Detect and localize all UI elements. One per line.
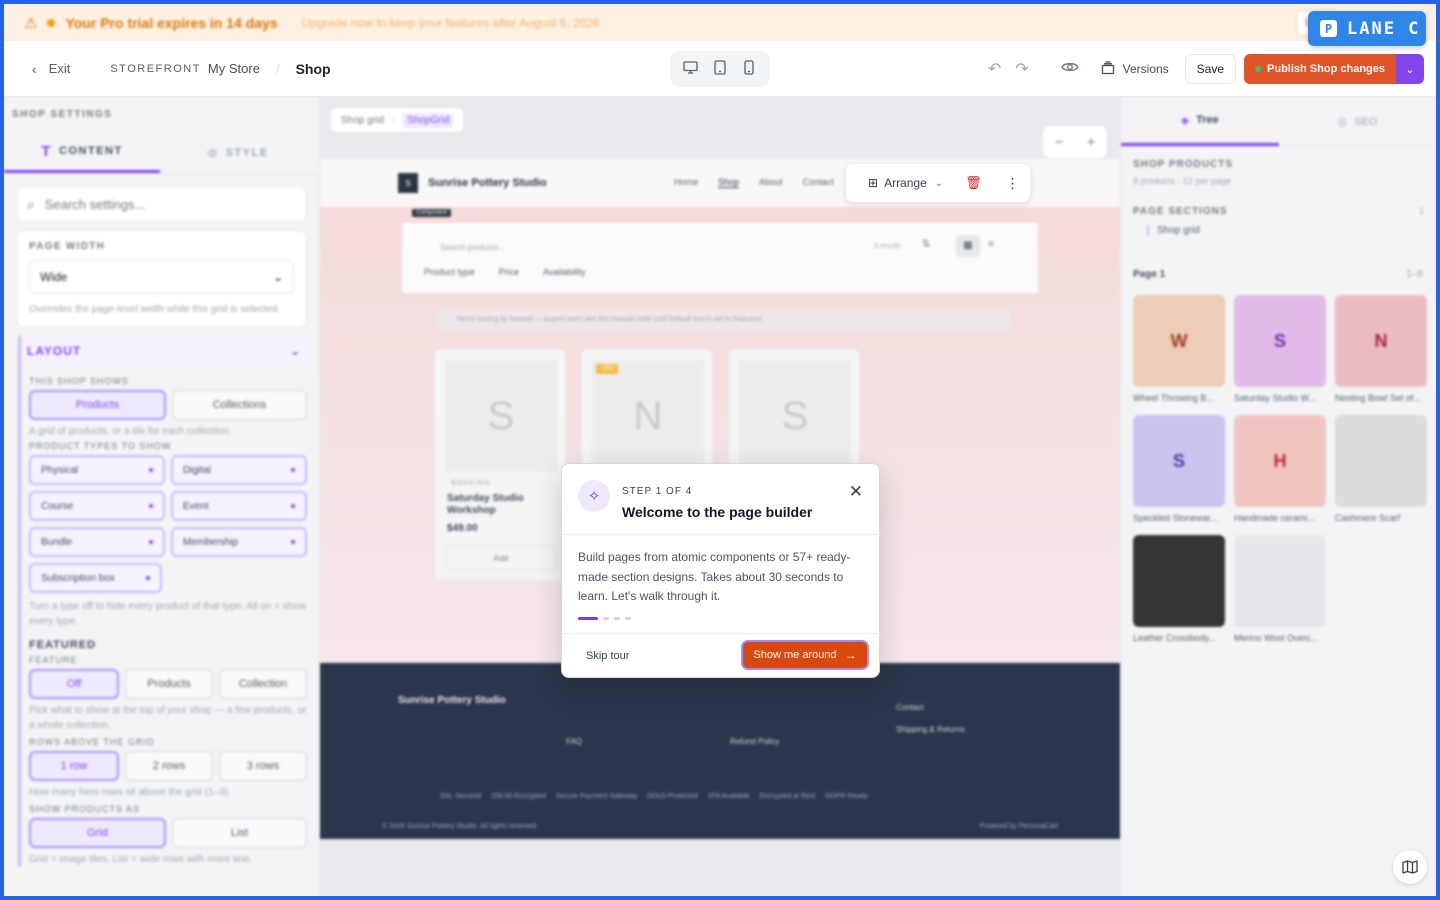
status-dot <box>47 18 56 27</box>
arrange-toolbar: ⊞ Arrange ⌄ 🗑 ⋮ <box>846 164 1030 202</box>
arrow-right-icon: → <box>844 648 857 662</box>
grid-icon: ⊞ <box>868 176 879 190</box>
progress-dot-active <box>578 617 598 620</box>
skip-tour-button[interactable]: Skip tour <box>586 650 629 662</box>
tour-progress <box>578 617 631 620</box>
chevron-down-icon: ⌄ <box>934 177 944 189</box>
tour-body: Build pages from atomic components or 57… <box>578 550 851 603</box>
sparkles-icon: ✧ <box>578 480 610 512</box>
show-me-around-button[interactable]: Show me around → <box>741 640 869 670</box>
more-vertical-icon[interactable]: ⋮ <box>1006 175 1020 192</box>
lane-badge: P LANE C <box>1308 11 1426 46</box>
divider <box>562 534 881 535</box>
cta-label: Show me around <box>753 649 837 661</box>
arrange-button[interactable]: Arrange <box>884 176 927 190</box>
map-icon[interactable] <box>1393 850 1427 884</box>
trial-banner: ⚠ Your Pro trial expires in 14 days Upgr… <box>4 4 1436 41</box>
tour-popover: ✧ STEP 1 OF 4 Welcome to the page builde… <box>561 463 881 678</box>
tour-step: STEP 1 OF 4 <box>622 486 693 497</box>
progress-dot <box>614 617 620 620</box>
divider <box>562 633 881 634</box>
trash-icon[interactable]: 🗑 <box>965 175 982 191</box>
app-frame: ⚠ Your Pro trial expires in 14 days Upgr… <box>0 0 1440 900</box>
trial-sub: Upgrade now to keep your features after … <box>301 15 600 30</box>
progress-dot <box>625 617 631 620</box>
warning-icon: ⚠ <box>24 14 38 32</box>
tour-title: Welcome to the page builder <box>622 504 813 520</box>
lane-p-icon: P <box>1320 20 1337 37</box>
lane-label: LANE C <box>1347 18 1421 39</box>
trial-message: Your Pro trial expires in 14 days <box>65 14 278 31</box>
progress-dot <box>603 617 609 620</box>
close-icon[interactable]: ✕ <box>849 482 863 502</box>
